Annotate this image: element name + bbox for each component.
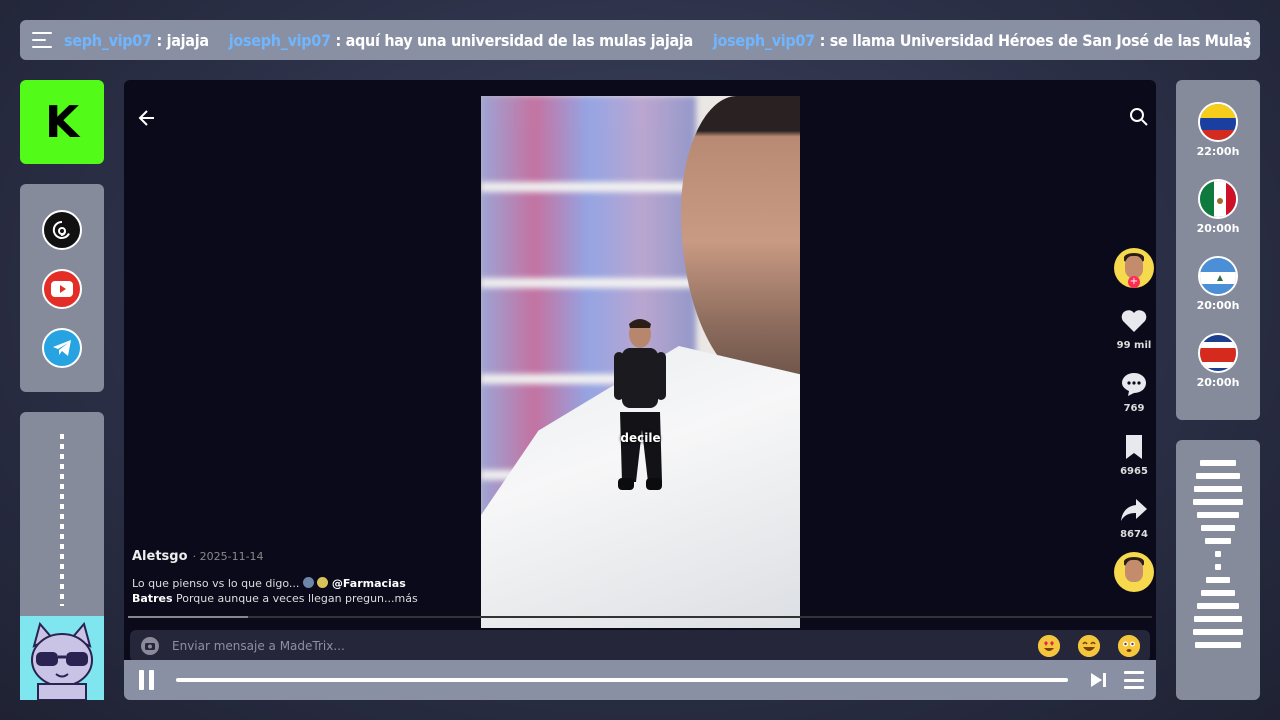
chat-message: seph_vip07 : jajaja [64, 31, 209, 50]
schedule-item: 20:00h [1196, 333, 1240, 389]
costa-rica-flag-icon [1197, 333, 1238, 373]
decorative-dots-panel [20, 412, 104, 618]
author-name[interactable]: Aletsgo [132, 549, 188, 564]
streamer-avatar [20, 616, 104, 700]
kebab-menu-icon[interactable] [1246, 32, 1250, 48]
nicaragua-flag-icon [1197, 256, 1238, 296]
chat-username: joseph_vip07 [228, 30, 331, 50]
bookmark-icon[interactable] [1119, 432, 1149, 462]
seek-bar[interactable] [176, 678, 1068, 682]
description-text[interactable]: Porque aunque a veces llegan pregun...má… [176, 592, 418, 605]
equalizer-bar [1195, 642, 1241, 648]
pause-icon[interactable] [136, 670, 156, 690]
equalizer-bar [1205, 538, 1231, 544]
chat-username: joseph_vip07 [712, 30, 815, 50]
share-action[interactable]: 8674 [1119, 495, 1149, 540]
threads-icon[interactable] [42, 210, 82, 250]
flushed-emoji[interactable] [1118, 635, 1140, 657]
chat-message: joseph_vip07 : se llama Universidad Héro… [713, 31, 1251, 50]
schedule-item: 22:00h [1196, 102, 1240, 158]
equalizer-bar [1201, 590, 1235, 596]
social-links-panel [20, 184, 104, 392]
like-action[interactable]: 99 mil [1116, 306, 1152, 351]
mini-person-sticker [614, 319, 666, 490]
video-progress[interactable] [128, 616, 1152, 618]
venezuela-flag-icon [1197, 102, 1238, 142]
mexico-flag-icon [1197, 179, 1238, 219]
schedule-time: 22:00h [1196, 145, 1240, 158]
video-description: Lo que pienso vs lo que digo... @Farmaci… [132, 576, 452, 606]
equalizer-bar [1194, 486, 1242, 492]
emoji-icon [302, 577, 314, 588]
video-frame-image: decile [481, 96, 800, 628]
comment-action[interactable]: 769 [1119, 369, 1149, 414]
music-disc-avatar[interactable] [1114, 552, 1154, 592]
equalizer-bar [1200, 460, 1236, 466]
creator-avatar[interactable]: + [1114, 248, 1154, 288]
heart-eyes-emoji[interactable] [1038, 635, 1060, 657]
post-date: · 2025-11-14 [192, 550, 264, 563]
equalizer-bar [1206, 577, 1230, 583]
chat-username: seph_vip07 [64, 30, 152, 50]
skip-next-icon[interactable] [1088, 670, 1108, 690]
chat-message: joseph_vip07 : aquí hay una universidad … [229, 31, 693, 50]
message-bar[interactable]: Enviar mensaje a MadeTrix... [130, 630, 1150, 662]
telegram-icon[interactable] [42, 328, 82, 368]
video-player[interactable]: decile + 99 mil 769 6965 8674 Aletsgo · … [124, 80, 1156, 700]
message-input[interactable]: Enviar mensaje a MadeTrix... [172, 639, 1020, 653]
share-count: 8674 [1120, 529, 1148, 540]
heart-icon[interactable] [1119, 306, 1149, 336]
man-face [681, 96, 800, 386]
share-icon[interactable] [1119, 495, 1149, 525]
stream-schedule: 22:00h 20:00h 20:00h 20:00h [1176, 80, 1260, 420]
schedule-time: 20:00h [1196, 299, 1240, 312]
dotted-divider [60, 434, 64, 606]
save-count: 6965 [1120, 466, 1148, 477]
comment-count: 769 [1123, 403, 1145, 414]
video-caption: Aletsgo · 2025-11-14 Lo que pienso vs lo… [132, 545, 452, 606]
schedule-time: 20:00h [1196, 376, 1240, 389]
back-arrow-icon[interactable] [136, 107, 158, 129]
equalizer-bar [1197, 512, 1239, 518]
search-icon[interactable] [1128, 106, 1150, 128]
sticker-caption: decile [620, 431, 661, 445]
chat-text: : aquí hay una universidad de las mulas … [335, 30, 693, 50]
description-text: Lo que pienso vs lo que digo... [132, 577, 300, 590]
schedule-item: 20:00h [1196, 256, 1240, 312]
youtube-icon[interactable] [42, 269, 82, 309]
equalizer-bar [1193, 629, 1243, 635]
mention-link[interactable]: @Farmacias [332, 577, 406, 590]
mention-link-cont[interactable]: Batres [132, 592, 173, 605]
schedule-time: 20:00h [1196, 222, 1240, 235]
laughing-emoji[interactable] [1078, 635, 1100, 657]
equalizer-bar [1215, 551, 1221, 557]
player-controls [124, 660, 1156, 700]
save-action[interactable]: 6965 [1119, 432, 1149, 477]
equalizer-bar [1193, 499, 1243, 505]
follow-plus-icon[interactable]: + [1128, 276, 1140, 288]
equalizer-bar [1196, 473, 1240, 479]
equalizer-bar [1201, 525, 1235, 531]
kick-logo[interactable]: K [20, 80, 104, 164]
camera-icon[interactable] [140, 636, 160, 656]
audio-equalizer [1176, 440, 1260, 700]
action-rail: + 99 mil 769 6965 8674 [1112, 248, 1156, 592]
emoji-icon [317, 577, 329, 588]
chat-ticker: seph_vip07 : jajaja joseph_vip07 : aquí … [20, 20, 1260, 60]
like-count: 99 mil [1116, 340, 1152, 351]
equalizer-bar [1197, 603, 1239, 609]
equalizer-bar [1215, 564, 1221, 570]
comment-icon[interactable] [1119, 369, 1149, 399]
chat-text: : se llama Universidad Héroes de San Jos… [819, 30, 1252, 50]
playlist-icon[interactable] [1124, 671, 1144, 689]
chat-text: : jajaja [156, 30, 209, 50]
kick-logo-letter: K [44, 96, 80, 148]
equalizer-bar [1194, 616, 1242, 622]
schedule-item: 20:00h [1196, 179, 1240, 235]
hamburger-menu-icon[interactable] [32, 32, 52, 48]
